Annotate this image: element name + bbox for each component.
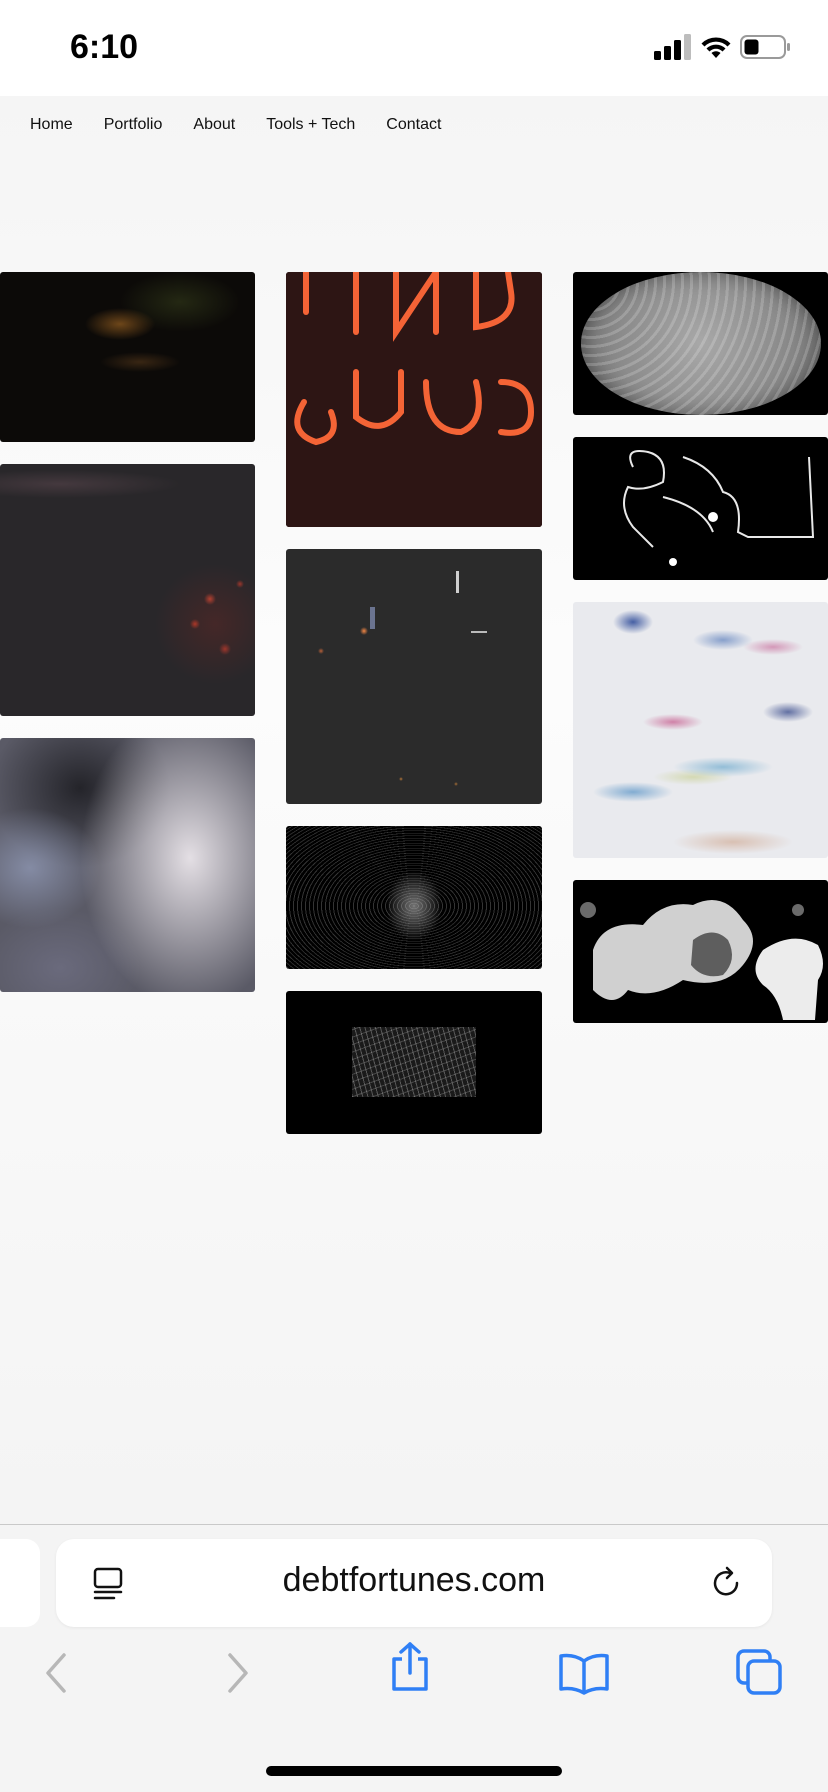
gray-circles-texture-image[interactable]	[573, 272, 828, 415]
previous-tab-preview[interactable]	[0, 1539, 40, 1627]
white-outline-sketch-image[interactable]	[573, 437, 828, 580]
neon-sign-graphic	[286, 272, 542, 527]
reload-icon[interactable]	[708, 1565, 744, 1601]
cellular-signal-icon	[654, 34, 691, 60]
web-page: Home Portfolio About Tools + Tech Contac…	[0, 96, 828, 1524]
night-street-photo[interactable]	[0, 272, 255, 442]
nav-link-home[interactable]: Home	[30, 116, 73, 134]
battery-icon	[740, 35, 790, 59]
nav-link-portfolio[interactable]: Portfolio	[104, 116, 163, 134]
dark-lights-photo[interactable]	[286, 549, 542, 804]
fingerprint-particles-image[interactable]	[286, 826, 542, 969]
url-text: debtfortunes.com	[282, 1561, 546, 1599]
browser-toolbar: debtfortunes.com	[0, 1525, 828, 1792]
pastel-paint-texture-image[interactable]	[573, 602, 828, 858]
edge-detect-street-image[interactable]	[286, 991, 542, 1134]
site-nav: Home Portfolio About Tools + Tech Contac…	[30, 116, 472, 134]
nav-link-contact[interactable]: Contact	[386, 116, 441, 134]
bookmarks-icon[interactable]	[558, 1653, 610, 1695]
neon-sign-photo[interactable]	[286, 272, 542, 527]
address-bar[interactable]: debtfortunes.com	[56, 1539, 772, 1627]
status-time: 6:10	[70, 28, 139, 66]
dark-red-bokeh-photo[interactable]	[0, 464, 255, 716]
status-bar: 6:10	[0, 0, 828, 96]
home-indicator	[266, 1766, 562, 1776]
nav-link-tools-tech[interactable]: Tools + Tech	[266, 116, 355, 134]
forward-icon[interactable]	[222, 1651, 252, 1695]
nav-link-about[interactable]: About	[193, 116, 235, 134]
blob-shapes-graphic	[580, 900, 823, 1020]
wifi-icon	[701, 37, 731, 58]
back-icon[interactable]	[42, 1651, 72, 1695]
gray-blob-shapes-image[interactable]	[573, 880, 828, 1023]
outline-sketch-graphic	[623, 450, 815, 566]
blurred-white-fabric-photo[interactable]	[0, 738, 255, 992]
tabs-icon[interactable]	[736, 1649, 784, 1697]
edge-detect-inner-image	[352, 1027, 476, 1097]
share-icon[interactable]	[388, 1641, 432, 1693]
gray-circles-pattern	[581, 272, 821, 415]
